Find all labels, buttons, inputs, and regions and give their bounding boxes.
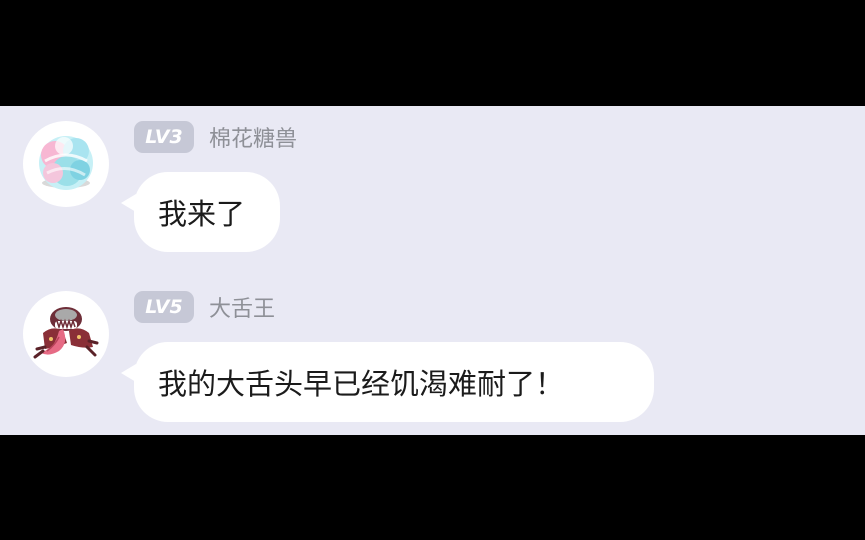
username[interactable]: 大舌王 (209, 291, 275, 323)
message-bubble: 我来了 (121, 172, 280, 252)
video-frame: LV3 棉花糖兽 我来了 LV5 大舌王 我的大舌头早已经饥渴难耐了！ (0, 0, 865, 540)
level-badge: LV3 (134, 121, 194, 153)
avatar[interactable] (23, 121, 109, 207)
message-meta: LV3 棉花糖兽 (134, 120, 297, 154)
avatar[interactable] (23, 291, 109, 377)
level-badge: LV5 (134, 291, 194, 323)
message-text: 我的大舌头早已经饥渴难耐了！ (158, 367, 565, 401)
chat-area: LV3 棉花糖兽 我来了 LV5 大舌王 我的大舌头早已经饥渴难耐了！ (0, 106, 865, 435)
big-tongue-monster-icon (33, 307, 99, 359)
message-meta: LV5 大舌王 (134, 290, 275, 324)
message-text: 我来了 (158, 197, 246, 231)
username[interactable]: 棉花糖兽 (209, 121, 297, 153)
cotton-candy-monster-icon (39, 136, 93, 190)
message-bubble: 我的大舌头早已经饥渴难耐了！ (121, 342, 654, 422)
